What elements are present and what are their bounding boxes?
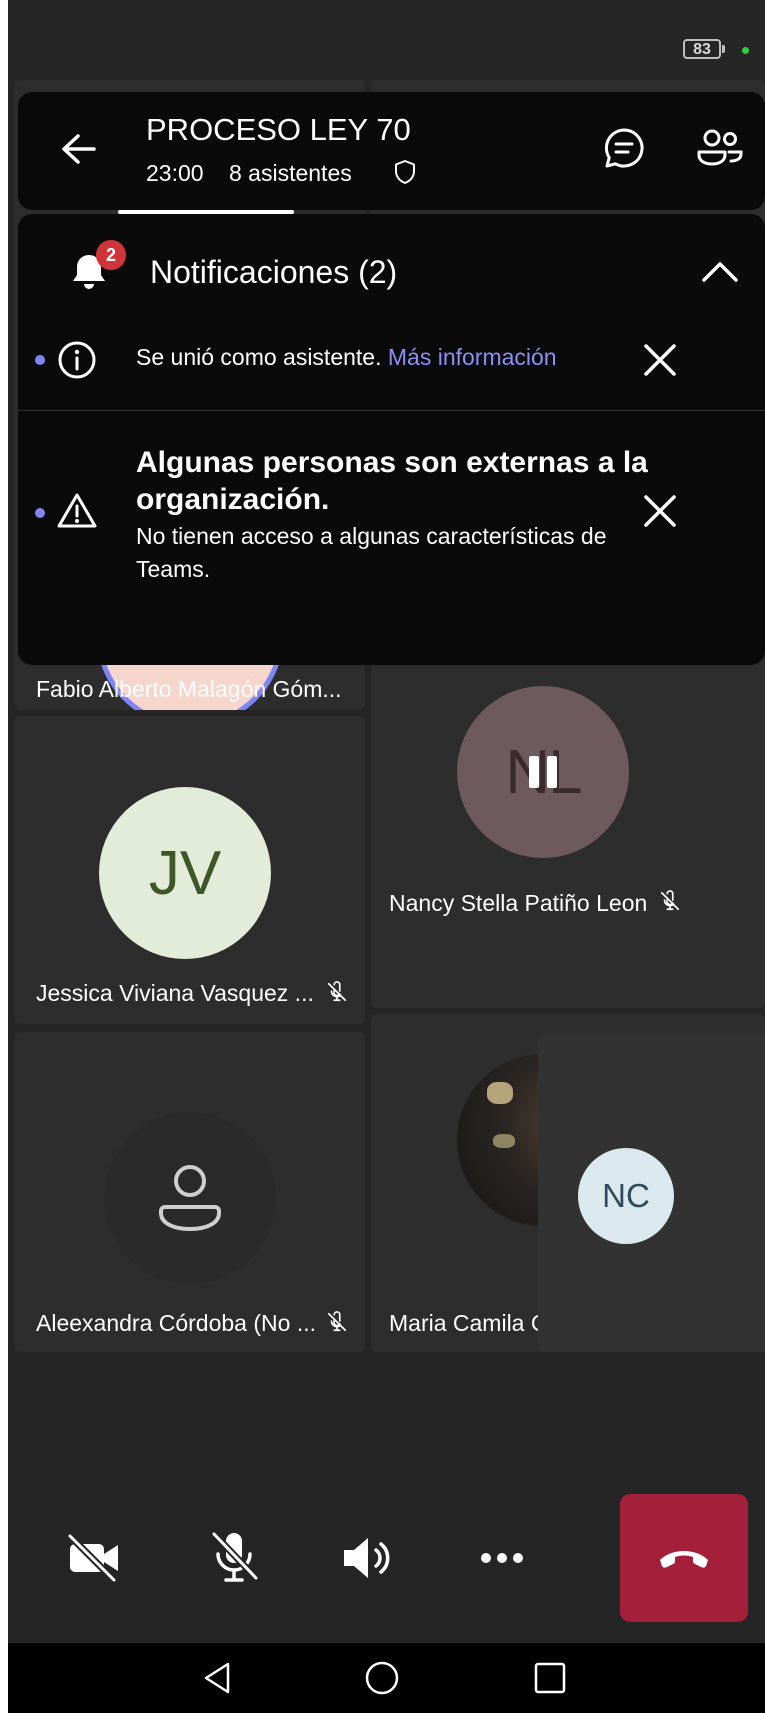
photo-highlight: [487, 1082, 513, 1104]
mic-off-icon: [327, 981, 347, 1002]
participant-tile-jessica[interactable]: JV Jessica Viviana Vasquez ...: [14, 716, 365, 1024]
call-controls-bar: [8, 1478, 765, 1643]
teams-call-screen: 83 Fabio Alberto Malagón Góm... NL Nancy…: [8, 0, 765, 1713]
self-avatar: NC: [578, 1148, 674, 1244]
person-icon: [159, 1165, 221, 1232]
people-icon[interactable]: [694, 122, 746, 174]
photo-highlight: [493, 1134, 515, 1148]
battery-tip: [722, 45, 725, 53]
battery-indicator: 83: [683, 39, 721, 59]
meeting-timer: 23:00: [146, 160, 204, 186]
participant-name: Fabio Alberto Malagón Góm...: [36, 676, 342, 702]
unread-dot: [35, 508, 45, 518]
mic-off-icon: [660, 890, 680, 911]
participant-name: Aleexandra Córdoba (No ...: [36, 1310, 316, 1336]
self-view-tile[interactable]: NC: [538, 1034, 765, 1352]
more-icon[interactable]: [472, 1528, 532, 1588]
system-nav-bar: [8, 1643, 765, 1713]
participant-name: Maria Camila C: [389, 1310, 548, 1336]
participant-name: Jessica Viviana Vasquez ...: [36, 980, 314, 1006]
phone-hangup-icon: [660, 1551, 708, 1568]
more-info-link[interactable]: Más información: [388, 344, 557, 370]
close-icon[interactable]: [638, 338, 682, 382]
notifications-title: Notificaciones (2): [150, 254, 398, 290]
info-icon: [58, 341, 96, 379]
speaker-icon[interactable]: [338, 1528, 398, 1588]
mic-off-icon: [327, 1311, 347, 1332]
participant-tile-aleexandra[interactable]: Aleexandra Córdoba (No ...: [14, 1032, 365, 1352]
status-bar: 83: [8, 0, 765, 90]
nav-recents-icon[interactable]: [532, 1660, 568, 1696]
status-dot: [742, 47, 749, 54]
notification-message: Se unió como asistente.: [136, 344, 382, 370]
mic-off-icon[interactable]: [204, 1528, 264, 1588]
participant-initials: JV: [148, 838, 222, 908]
shield-icon: [395, 160, 415, 184]
meeting-title: PROCESO LEY 70: [146, 112, 411, 147]
participant-avatar: JV: [99, 787, 271, 959]
chat-icon[interactable]: [598, 122, 650, 174]
nav-back-icon[interactable]: [200, 1660, 236, 1696]
attendee-count: 8 asistentes: [229, 160, 352, 186]
chevron-up-icon[interactable]: [698, 254, 742, 290]
divider: [18, 410, 765, 411]
notifications-panel: 2 Notificaciones (2) Se unió como asiste…: [18, 214, 765, 665]
close-icon[interactable]: [638, 489, 682, 533]
notification-body: No tienen acceso a algunas característic…: [136, 523, 607, 582]
notification-count-badge: 2: [96, 240, 126, 270]
unread-dot: [35, 355, 45, 365]
participant-name: Nancy Stella Patiño Leon: [389, 890, 648, 916]
self-initials: NC: [602, 1177, 650, 1214]
nav-home-icon[interactable]: [364, 1660, 400, 1696]
notification-text: Se unió como asistente. Más información: [136, 344, 557, 371]
participant-avatar: [104, 1112, 276, 1284]
camera-off-icon[interactable]: [64, 1528, 124, 1588]
hang-up-button[interactable]: [620, 1494, 748, 1622]
back-arrow-icon[interactable]: [54, 124, 104, 174]
warning-icon: [57, 493, 97, 528]
meeting-header: PROCESO LEY 70 23:00 8 asistentes: [18, 92, 765, 210]
paused-icon: [529, 756, 557, 788]
notification-title: Algunas personas son externas a la organ…: [136, 446, 648, 516]
